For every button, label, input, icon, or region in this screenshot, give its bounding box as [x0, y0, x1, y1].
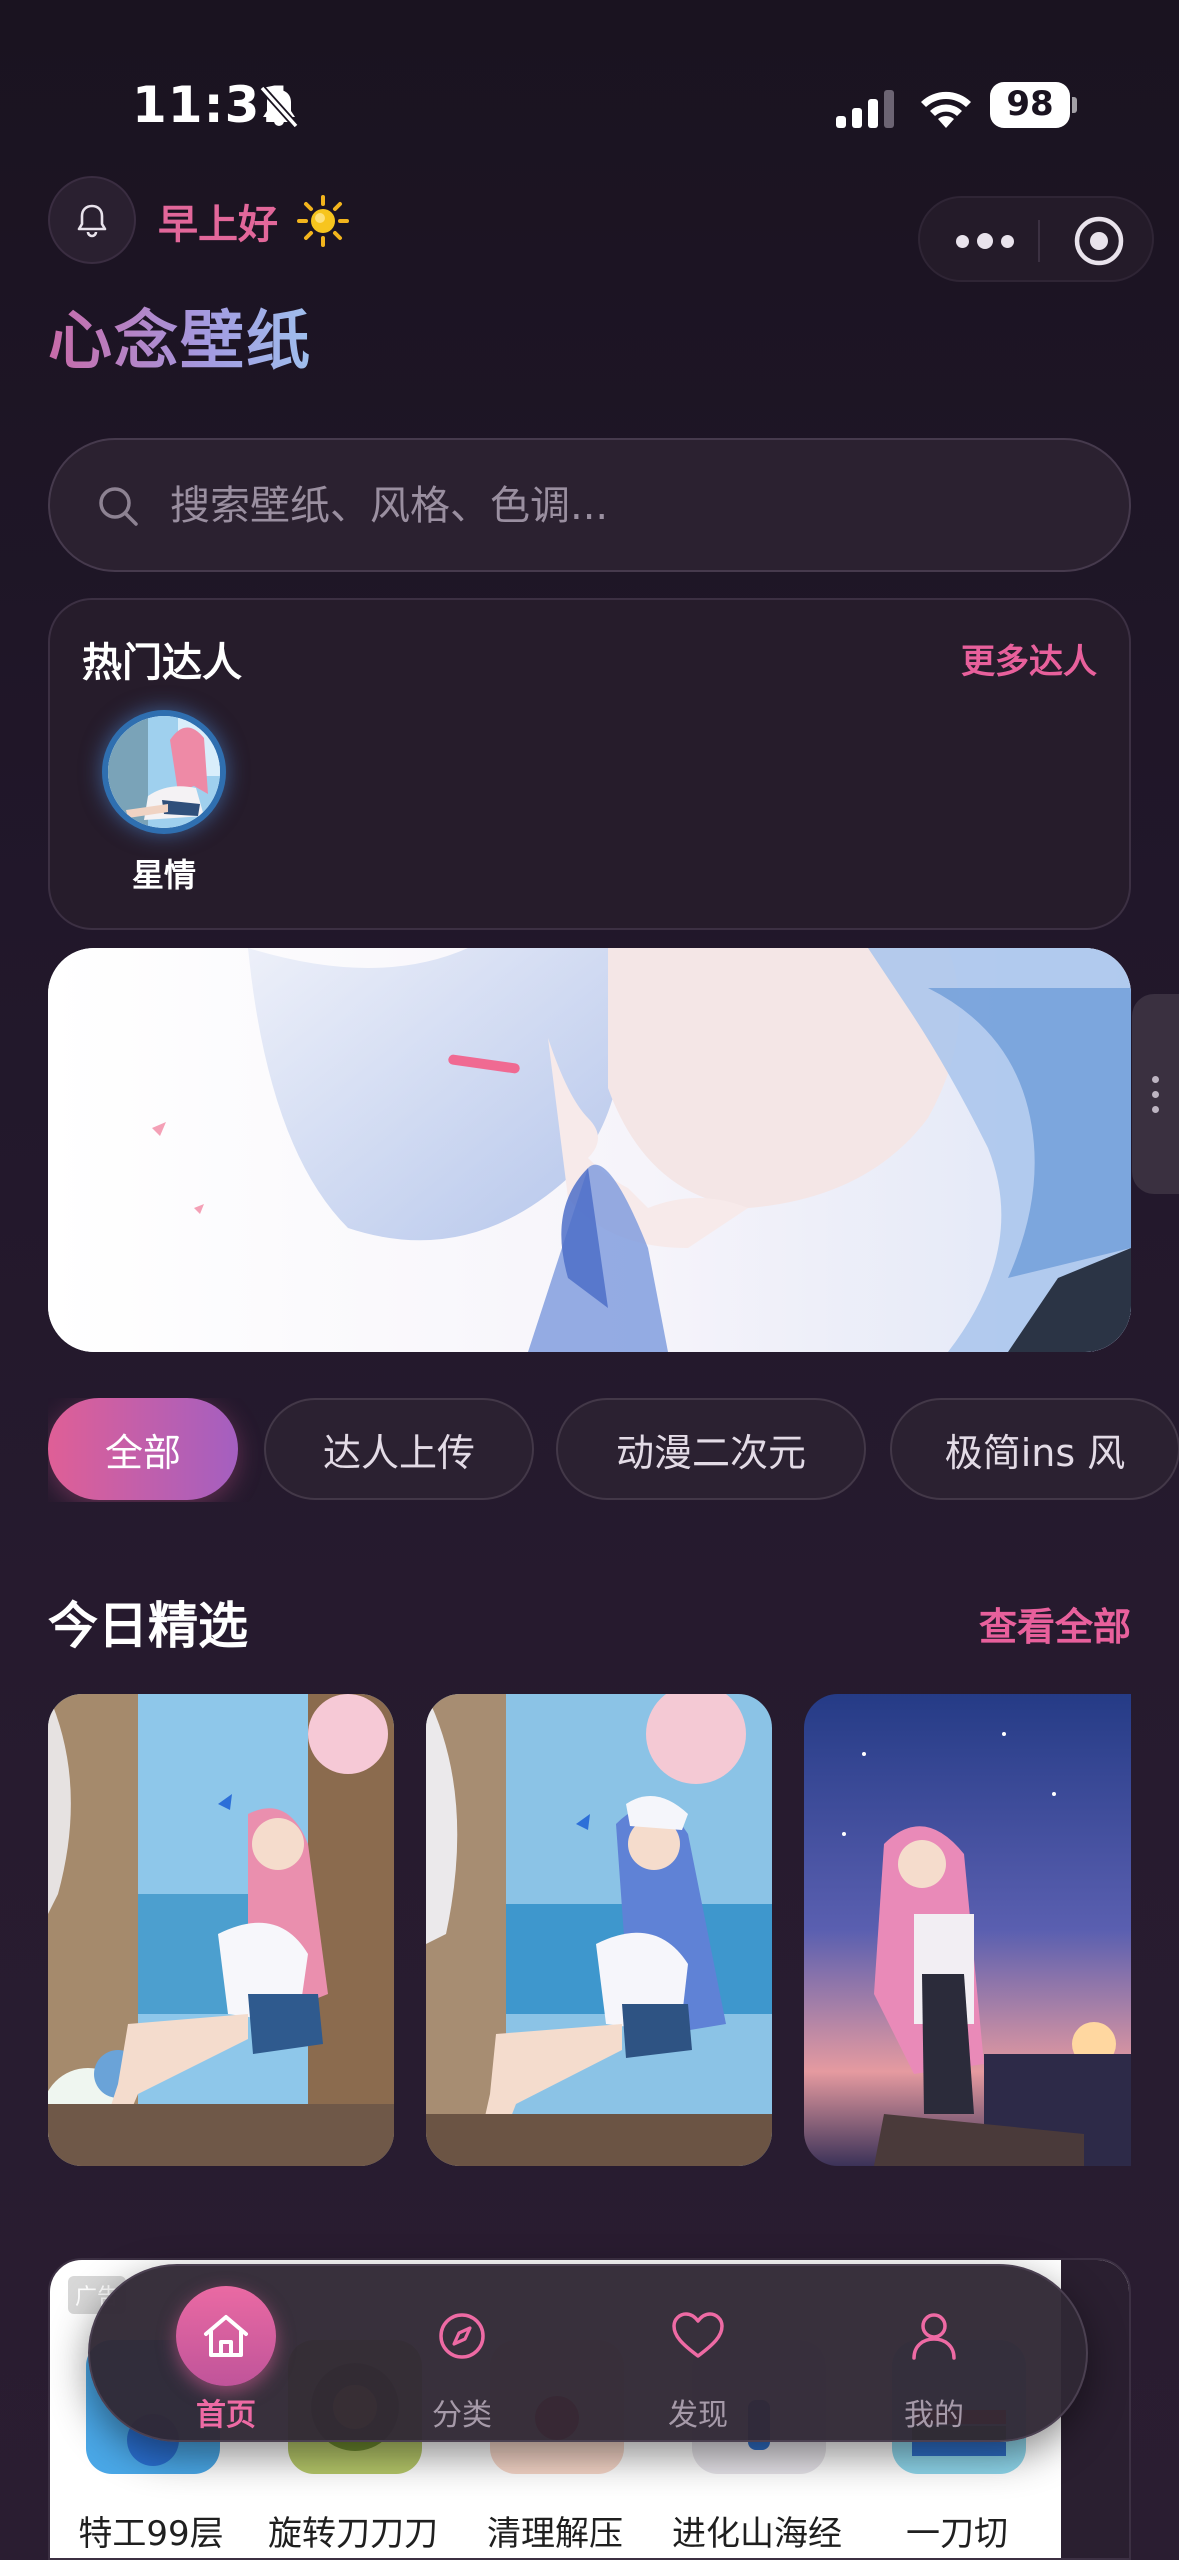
bottom-tab-bar: 首页 分类 发现 我的 [88, 2264, 1088, 2442]
chip-minimal-ins[interactable]: 极简ins 风 [890, 1398, 1179, 1500]
tab-label: 首页 [196, 2398, 256, 2433]
wallpaper-card[interactable] [426, 1694, 772, 2166]
home-icon [176, 2286, 276, 2386]
search-bar[interactable] [48, 438, 1131, 572]
tab-label: 我的 [904, 2398, 964, 2433]
tab-profile[interactable]: 我的 [834, 2266, 1034, 2444]
heart-icon [648, 2286, 748, 2386]
more-creators-link[interactable]: 更多达人 [961, 634, 1097, 683]
ad-game-label: 一刀切 [906, 2514, 1008, 2554]
sun-icon [297, 195, 349, 247]
tab-discover[interactable]: 发现 [598, 2266, 798, 2444]
wallpaper-card[interactable] [804, 1694, 1131, 2166]
wallpaper-card[interactable] [48, 1694, 394, 2166]
mini-program-capsule [918, 196, 1154, 282]
notification-button[interactable] [48, 176, 136, 264]
chip-all[interactable]: 全部 [48, 1398, 238, 1500]
battery-indicator: 98 [990, 82, 1077, 128]
side-drag-handle[interactable] [1132, 994, 1179, 1194]
tab-label: 分类 [432, 2398, 492, 2433]
tab-home[interactable]: 首页 [126, 2266, 326, 2444]
ad-game-label: 特工99层 [78, 2514, 224, 2554]
close-target-icon[interactable] [1072, 214, 1126, 268]
search-icon [99, 487, 138, 526]
app-screen: 11:31 98 早上好 心念壁纸 搜索壁纸、风格、色调... 热门达人 更多达… [0, 0, 1179, 2560]
wifi-icon [921, 91, 971, 128]
chip-anime[interactable]: 动漫二次元 [556, 1398, 866, 1500]
ad-game-label: 旋转刀刀刀 [268, 2514, 438, 2554]
view-all-link[interactable]: 查看全部 [979, 1596, 1131, 1651]
creator-name: 星情 [131, 856, 196, 894]
user-icon [884, 2286, 984, 2386]
chip-creator-upload[interactable]: 达人上传 [264, 1398, 534, 1500]
creator-item[interactable]: 星情 [102, 710, 226, 900]
category-chips: 全部 达人上传 动漫二次元 极简ins 风 [48, 1398, 1179, 1502]
section-title-creators: 热门达人 [82, 640, 242, 686]
battery-level: 98 [1006, 84, 1054, 124]
search-input[interactable] [170, 470, 1070, 542]
banner-image [48, 948, 1131, 1352]
ad-game-label: 清理解压 [487, 2514, 623, 2554]
ad-game-label: 进化山海经 [672, 2514, 842, 2554]
tab-label: 发现 [668, 2398, 728, 2433]
featured-banner[interactable] [48, 948, 1131, 1352]
popular-creators-card: 热门达人 更多达人 星情 [48, 598, 1131, 930]
bell-muted-icon [259, 85, 299, 129]
greeting-text: 早上好 [158, 202, 278, 248]
creator-avatar [102, 710, 226, 834]
section-title-featured: 今日精选 [48, 1597, 248, 1655]
bell-icon [77, 204, 107, 238]
tab-category[interactable]: 分类 [362, 2266, 562, 2444]
more-options-button[interactable] [950, 218, 1020, 264]
app-title: 心念壁纸 [48, 290, 312, 382]
cellular-signal-icon [836, 90, 894, 128]
compass-icon [412, 2286, 512, 2386]
status-bar: 11:31 98 [0, 0, 1179, 200]
